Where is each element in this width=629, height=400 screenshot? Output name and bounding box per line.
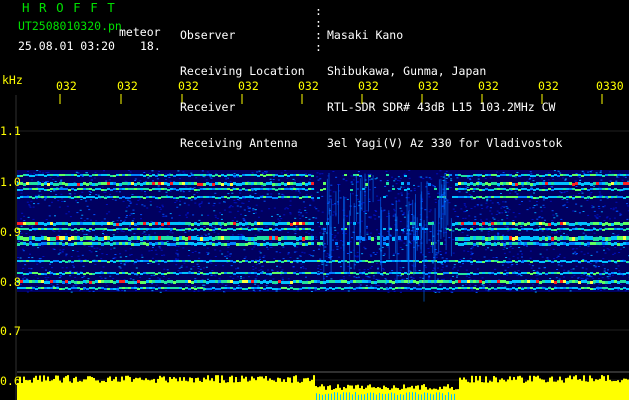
- freq-tick-label: 1.1: [0, 124, 21, 138]
- location-label: Receiving Location: [180, 64, 305, 78]
- time-tick-label: 032: [117, 79, 138, 93]
- frequency-unit-label: kHz: [2, 73, 23, 87]
- receiver-label: Receiver: [180, 100, 236, 114]
- time-tick-label: 032: [298, 79, 319, 93]
- observer-label: Observer: [180, 28, 236, 42]
- file-name: UT2508010320.pn: [18, 19, 122, 33]
- freq-tick-label: 0.7: [0, 324, 21, 338]
- frame-count: 18.: [140, 39, 161, 53]
- time-tick-label: 032: [478, 79, 499, 93]
- freq-tick-label: 0.6: [0, 374, 21, 388]
- freq-tick-label: 0.8: [0, 275, 21, 289]
- antenna-label: Receiving Antenna: [180, 136, 298, 150]
- time-tick-label: 032: [538, 79, 559, 93]
- receiver-value: RTL-SDR SDR# 43dB L15 103.2MHz CW: [327, 100, 556, 114]
- header-colons: ::::: [315, 4, 322, 54]
- antenna-value: 3el Yagi(V) Az 330 for Vladivostok: [327, 136, 563, 150]
- power-bar: [17, 375, 629, 400]
- freq-tick-label: 0.9: [0, 225, 21, 239]
- time-tick-label: 032: [178, 79, 199, 93]
- observer-value: Masaki Kano: [327, 28, 404, 42]
- time-tick-label: 032: [358, 79, 379, 93]
- freq-tick-label: 1.0: [0, 175, 21, 189]
- time-tick-label: 032: [56, 79, 77, 93]
- time-tick-label: 0330: [596, 79, 624, 93]
- time-tick-label: 032: [238, 79, 259, 93]
- mode-label: meteor: [119, 25, 161, 39]
- date-time: 25.08.01 03:20: [18, 39, 115, 53]
- location-value: Shibukawa, Gunma, Japan: [327, 64, 487, 78]
- app-title: H R O F F T: [22, 0, 116, 15]
- hrofft-screen: H R O F F T UT2508010320.pn meteor 25.08…: [0, 0, 629, 400]
- time-tick-label: 032: [418, 79, 439, 93]
